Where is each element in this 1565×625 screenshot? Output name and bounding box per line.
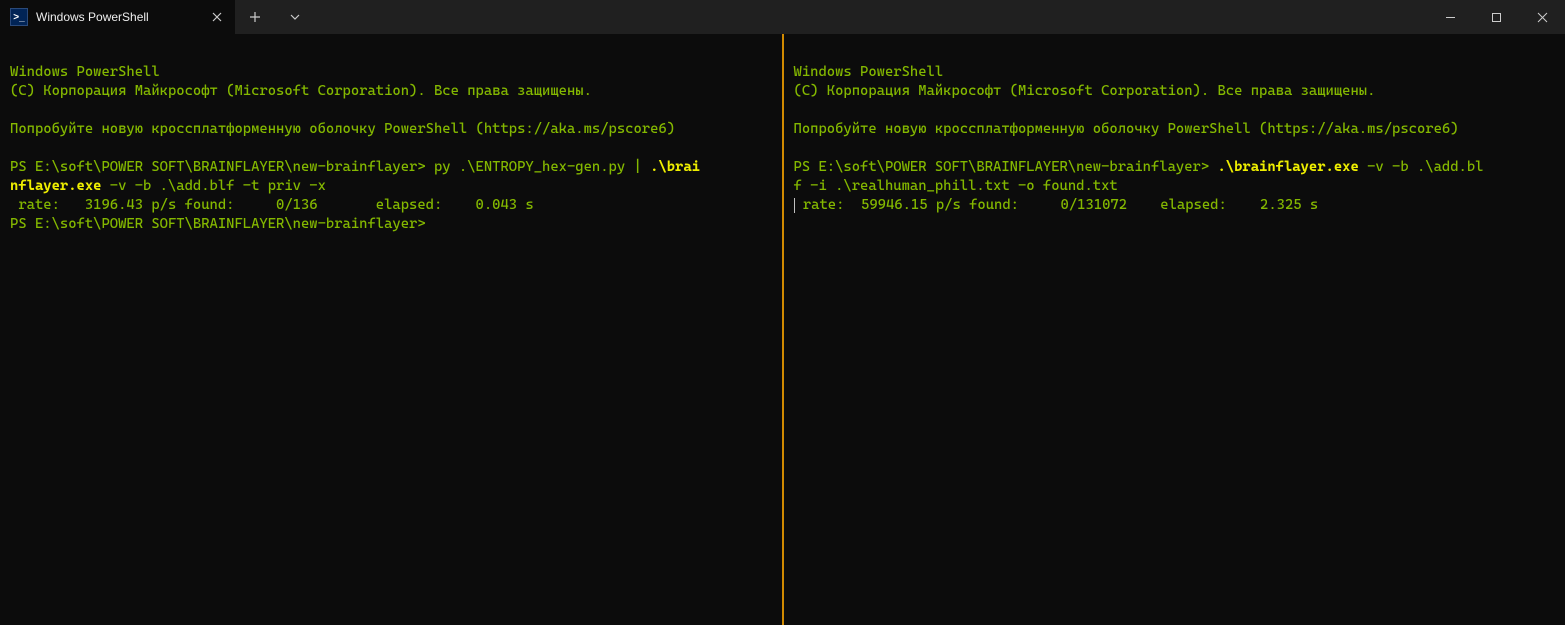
command-args: f -i .\realhuman_phill.txt -o found.txt [794,178,1118,194]
tab-close-button[interactable] [207,7,227,27]
powershell-icon: >_ [10,8,28,26]
banner-line: Windows PowerShell [10,64,160,80]
minimize-button[interactable] [1427,0,1473,34]
banner-line: (C) Корпорация Майкрософт (Microsoft Cor… [10,83,592,99]
command-args: -v -b .\add.blf -t priv -x [101,178,325,194]
close-button[interactable] [1519,0,1565,34]
stat-line: rate: 3196.43 p/s found: 0/136 elapsed: … [10,197,534,213]
titlebar: >_ Windows PowerShell [0,0,1565,34]
command-exe: .\brainflayer.exe [1217,159,1358,175]
tab-powershell[interactable]: >_ Windows PowerShell [0,0,235,34]
banner-line: Попробуйте новую кроссплатформенную обол… [10,121,675,137]
maximize-button[interactable] [1473,0,1519,34]
new-tab-button[interactable] [235,0,275,34]
tab-dropdown-button[interactable] [275,0,315,34]
left-pane[interactable]: Windows PowerShell (C) Корпорация Майкро… [0,34,782,625]
command-text: py .\ENTROPY_hex-gen.py | [434,159,650,175]
prompt: PS E:\soft\POWER SOFT\BRAINFLAYER\new-br… [794,159,1218,175]
banner-line: (C) Корпорация Майкрософт (Microsoft Cor… [794,83,1376,99]
tab-title: Windows PowerShell [36,10,149,24]
prompt: PS E:\soft\POWER SOFT\BRAINFLAYER\new-br… [10,159,434,175]
window-controls [1427,0,1565,34]
right-pane[interactable]: Windows PowerShell (C) Корпорация Майкро… [784,34,1565,625]
stat-line: rate: 59946.15 p/s found: 0/131072 elaps… [795,197,1319,213]
prompt: PS E:\soft\POWER SOFT\BRAINFLAYER\new-br… [10,216,426,232]
terminal-area: Windows PowerShell (C) Корпорация Майкро… [0,34,1565,625]
command-args: -v -b .\add.bl [1359,159,1484,175]
command-exe: nflayer.exe [10,178,101,194]
command-exe: .\brai [650,159,700,175]
banner-line: Попробуйте новую кроссплатформенную обол… [794,121,1459,137]
tab-actions [235,0,315,34]
banner-line: Windows PowerShell [794,64,944,80]
